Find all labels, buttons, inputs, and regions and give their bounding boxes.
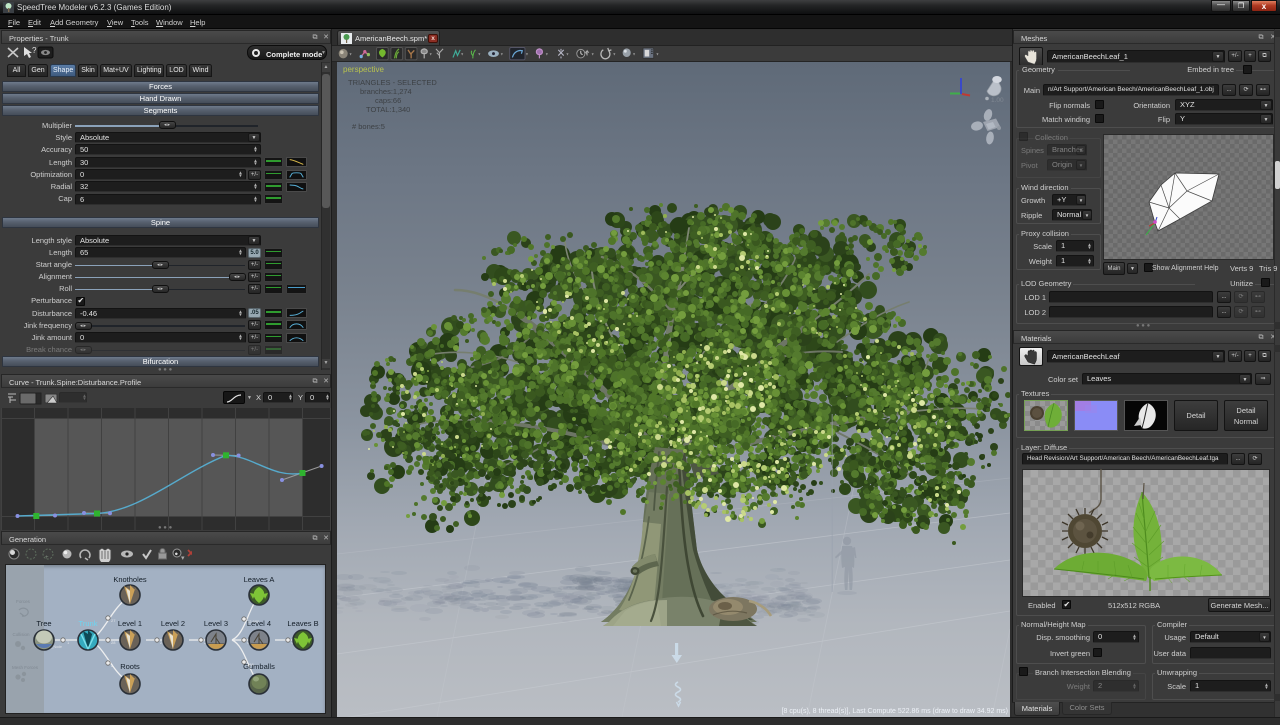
svg-text:Forces: Forces <box>16 599 31 604</box>
svg-text:▾: ▾ <box>461 51 463 56</box>
svg-text:▾: ▾ <box>633 51 635 56</box>
svg-text:Level 4: Level 4 <box>247 619 271 628</box>
svg-text:Trunk: Trunk <box>79 619 98 628</box>
svg-text:▾: ▾ <box>501 51 503 56</box>
svg-text:Tree: Tree <box>36 619 51 628</box>
svg-text:28: 28 <box>111 640 116 645</box>
svg-text:▾: ▾ <box>350 51 352 56</box>
svg-text:Gumballs: Gumballs <box>243 662 275 671</box>
svg-text:1: 1 <box>67 640 70 645</box>
svg-text:?: ? <box>32 46 37 55</box>
svg-text:▾: ▾ <box>546 51 548 56</box>
svg-text:Roots: Roots <box>120 662 140 671</box>
svg-text:Leaves A: Leaves A <box>244 575 275 584</box>
svg-text:Mesh Forces: Mesh Forces <box>12 665 39 670</box>
svg-text:▾: ▾ <box>478 51 480 56</box>
svg-text:27: 27 <box>111 618 116 623</box>
svg-text:Leaves B: Leaves B <box>287 619 318 628</box>
svg-text:Knotholes: Knotholes <box>113 575 147 584</box>
svg-text:Level 3: Level 3 <box>204 619 228 628</box>
svg-text:▾: ▾ <box>430 51 432 56</box>
svg-text:Level 2: Level 2 <box>161 619 185 628</box>
svg-text:●: ● <box>175 552 179 558</box>
svg-text:Level 1: Level 1 <box>118 619 142 628</box>
svg-text:▾: ▾ <box>181 555 185 562</box>
svg-text:▾: ▾ <box>613 51 615 56</box>
svg-text:+: + <box>45 555 49 561</box>
svg-text:▾: ▾ <box>566 51 568 56</box>
svg-text:▾: ▾ <box>526 51 528 56</box>
svg-text:▾: ▾ <box>656 51 658 56</box>
svg-text:Collision: Collision <box>12 632 30 637</box>
svg-text:▾: ▾ <box>592 51 594 56</box>
